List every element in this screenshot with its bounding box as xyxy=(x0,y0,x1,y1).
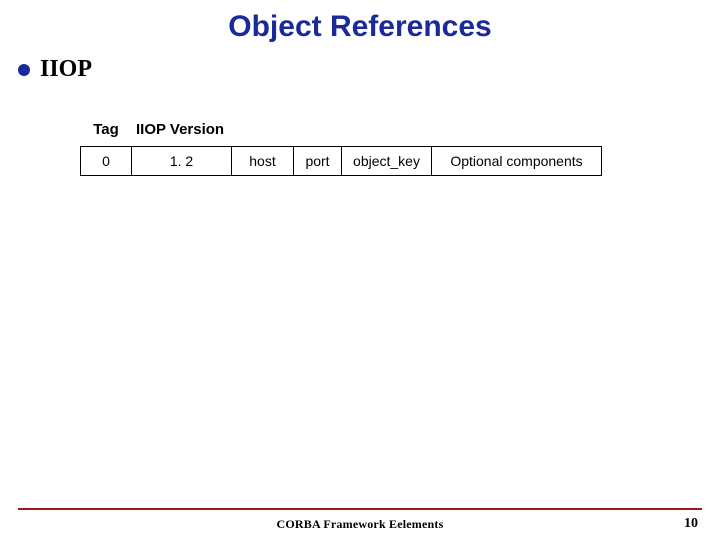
footer-text: CORBA Framework Eelements xyxy=(0,517,720,532)
slide-title: Object References xyxy=(0,0,720,44)
cell-port: port xyxy=(294,146,342,176)
table-row: 0 1. 2 host port object_key Optional com… xyxy=(80,146,720,176)
page-number: 10 xyxy=(684,516,698,532)
bullet-label: IIOP xyxy=(40,56,92,83)
header-tag: Tag xyxy=(80,121,132,138)
cell-tag: 0 xyxy=(80,146,132,176)
table-header-row: Tag IIOP Version xyxy=(80,121,720,138)
cell-host: host xyxy=(232,146,294,176)
bullet-item: IIOP xyxy=(18,56,720,83)
bullet-icon xyxy=(18,64,30,76)
iiop-table: Tag IIOP Version 0 1. 2 host port object… xyxy=(80,121,720,176)
footer-divider xyxy=(18,508,702,510)
cell-object-key: object_key xyxy=(342,146,432,176)
header-version: IIOP Version xyxy=(132,121,240,138)
cell-optional: Optional components xyxy=(432,146,602,176)
cell-version: 1. 2 xyxy=(132,146,232,176)
